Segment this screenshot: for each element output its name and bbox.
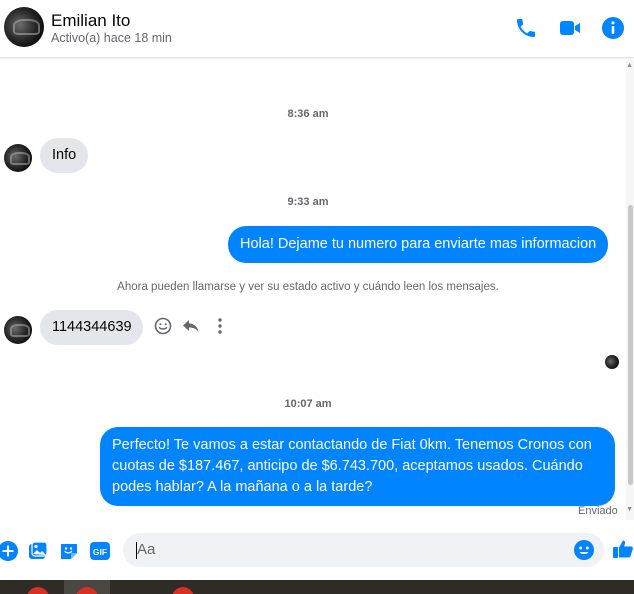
scroll-down-arrow-icon[interactable]: ▼ [626, 506, 633, 513]
timestamp: 9:33 am [287, 196, 329, 208]
delivery-status: Enviado [578, 505, 618, 517]
scroll-up-arrow-icon[interactable]: ▲ [626, 62, 633, 69]
taskbar-app-icon[interactable] [172, 587, 194, 594]
outgoing-message[interactable]: Perfecto! Te vamos a estar contactando d… [100, 427, 615, 506]
outgoing-message[interactable]: Hola! Dejame tu numero para enviarte mas… [228, 226, 609, 263]
contact-avatar-small[interactable] [4, 316, 32, 344]
timestamp: 10:07 am [284, 398, 332, 410]
incoming-message[interactable]: Info [40, 138, 89, 173]
phone-icon[interactable] [514, 16, 538, 40]
incoming-message[interactable]: 1144344639 [40, 310, 143, 345]
read-receipt-avatar [605, 355, 619, 369]
sticker-icon[interactable] [58, 540, 80, 562]
contact-status: Activo(a) hace 18 min [51, 31, 172, 45]
message-input-placeholder: Aa [137, 541, 156, 558]
photo-icon[interactable] [27, 540, 49, 562]
emoji-icon[interactable] [573, 539, 595, 561]
contact-avatar[interactable] [4, 7, 44, 47]
contact-avatar-small[interactable] [4, 144, 32, 172]
conversation-header: Emilian Ito Activo(a) hace 18 min [0, 0, 634, 58]
contact-name[interactable]: Emilian Ito [51, 11, 130, 31]
taskbar-app-icon[interactable] [27, 587, 49, 594]
video-camera-icon[interactable] [558, 16, 582, 40]
scrollbar-thumb[interactable] [628, 205, 633, 485]
system-notice: Ahora pueden llamarse y ver su estado ac… [117, 281, 499, 293]
thread-scrollbar[interactable] [626, 60, 634, 520]
os-taskbar [0, 580, 634, 594]
message-input[interactable]: Aa [123, 533, 604, 567]
react-emoji-icon[interactable] [153, 316, 175, 338]
gif-icon[interactable]: GIF [89, 540, 111, 562]
info-icon[interactable] [601, 16, 625, 40]
thumbs-up-icon[interactable] [612, 538, 634, 560]
reply-icon[interactable] [181, 316, 203, 338]
plus-icon[interactable] [0, 540, 19, 562]
more-options-icon[interactable] [210, 316, 232, 338]
gif-icon-label: GIF [93, 547, 107, 557]
timestamp: 8:36 am [287, 108, 329, 120]
